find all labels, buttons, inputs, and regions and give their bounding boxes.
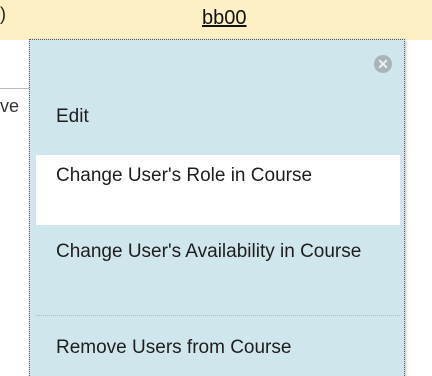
context-menu: ✕ Edit Change User's Role in Course Chan… — [29, 39, 405, 376]
row-divider — [0, 88, 30, 89]
context-menu-header: ✕ — [30, 40, 404, 92]
menu-item-label: Remove Users from Course — [56, 337, 292, 358]
menu-item-label: Edit — [56, 106, 89, 127]
table-row: ) bb00 — [0, 0, 432, 40]
row-cell-fragment: ) — [0, 4, 6, 24]
close-icon[interactable]: ✕ — [374, 55, 392, 73]
menu-item-change-availability[interactable]: Change User's Availability in Course — [36, 235, 400, 299]
clipped-cell-text: ve — [0, 96, 20, 116]
menu-item-label: Change User's Availability in Course — [56, 241, 362, 262]
menu-item-change-role[interactable]: Change User's Role in Course — [36, 155, 400, 225]
menu-item-label: Change User's Role in Course — [56, 165, 313, 186]
menu-item-remove-users[interactable]: Remove Users from Course — [36, 332, 400, 372]
username-link[interactable]: bb00 — [202, 7, 247, 30]
menu-item-edit[interactable]: Edit — [36, 95, 400, 137]
menu-divider — [36, 315, 400, 316]
page: ) bb00 ve ✕ Edit Change User's Role in C… — [0, 0, 432, 376]
